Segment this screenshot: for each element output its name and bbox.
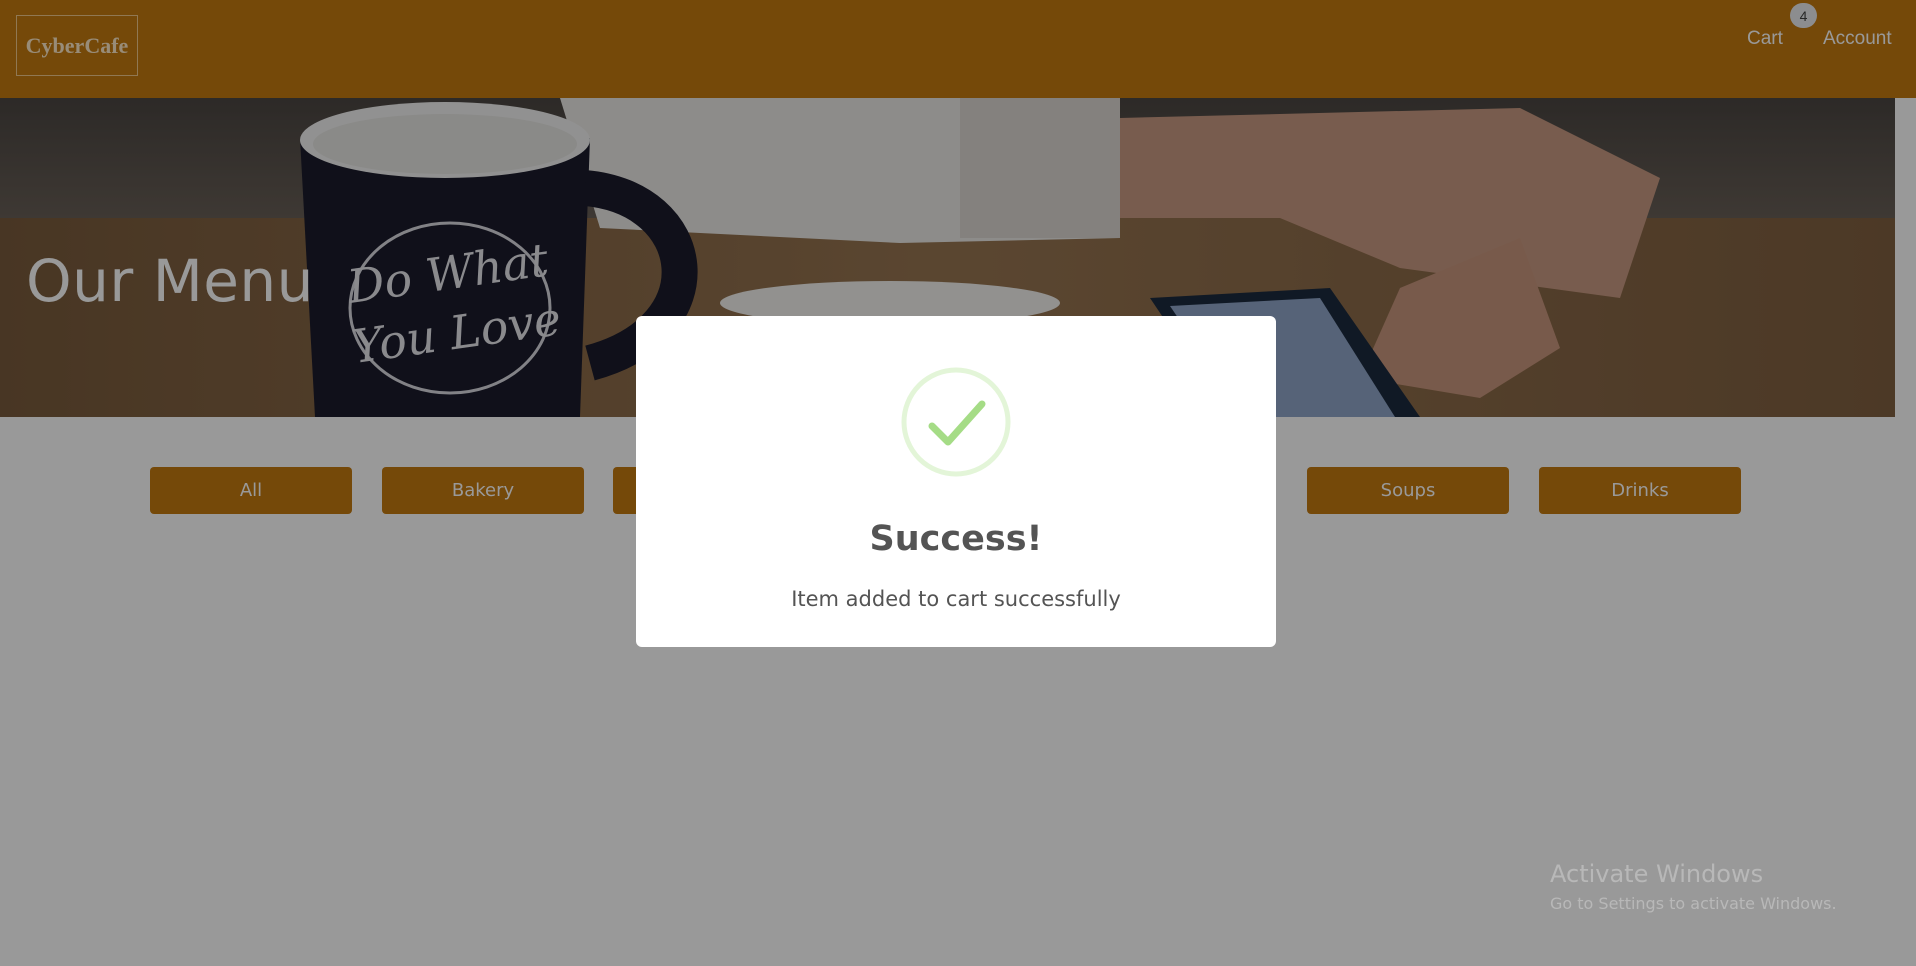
success-dialog: Success! Item added to cart successfully (636, 316, 1276, 647)
dialog-title: Success! (869, 519, 1043, 559)
modal-backdrop[interactable]: Success! Item added to cart successfully (0, 0, 1916, 966)
windows-activation-title: Activate Windows (1550, 860, 1764, 888)
windows-activation-subtitle: Go to Settings to activate Windows. (1550, 894, 1837, 913)
check-circle-icon (901, 367, 1011, 477)
dialog-message: Item added to cart successfully (791, 587, 1121, 611)
